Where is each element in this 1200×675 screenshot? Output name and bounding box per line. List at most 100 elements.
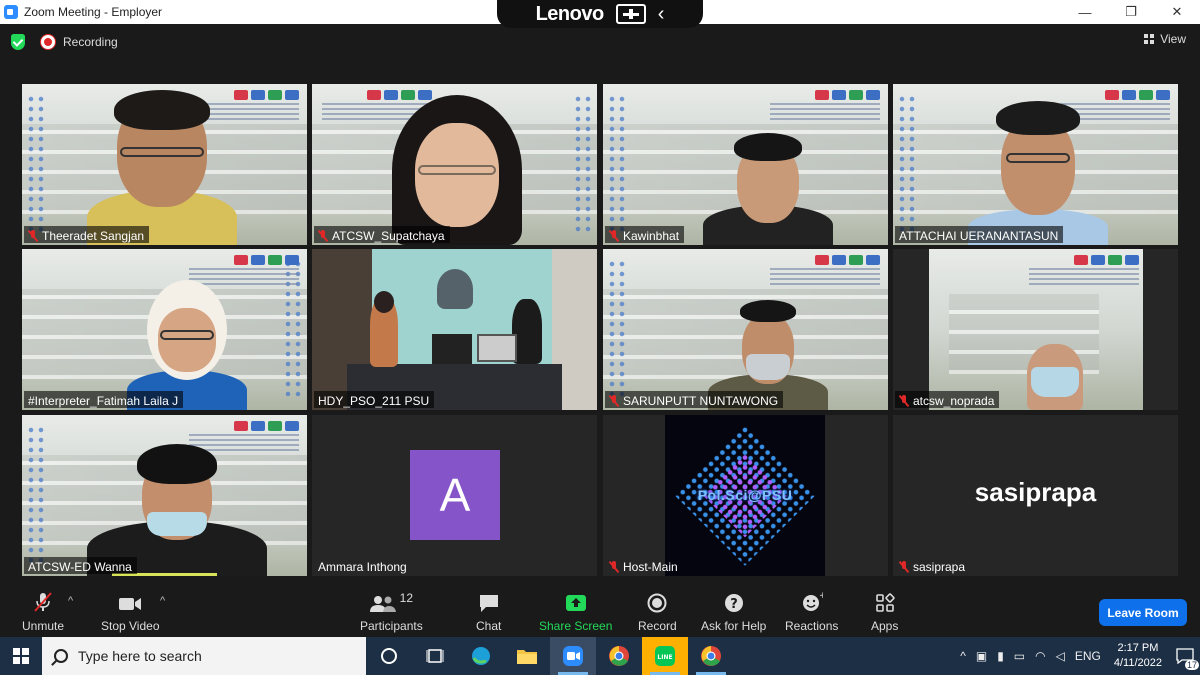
participant-person [127, 249, 247, 410]
task-view-icon [426, 649, 444, 663]
event-banner [1029, 255, 1139, 291]
search-placeholder: Type here to search [78, 648, 202, 664]
participants-count: 12 [399, 591, 414, 605]
meeting-toolbar: Unmute ^ Stop Video ^ 12 Participants Ch… [0, 585, 1200, 637]
participant-name-tag: HDY_PSO_211 PSU [314, 391, 435, 408]
mic-off-icon [32, 591, 54, 613]
system-tray: ^ ▣ ▮ ▭ ◠ ◁ ENG 2:17 PM 4/11/2022 17 [955, 637, 1200, 675]
svg-text:LINE: LINE [657, 654, 672, 661]
video-tile[interactable]: sasiprapa sasiprapa [893, 415, 1178, 576]
cortana-button[interactable] [366, 637, 412, 675]
video-tile[interactable]: atcsw_noprada [893, 249, 1178, 410]
folder-icon [517, 650, 537, 664]
collapse-icon[interactable]: ‹ [658, 3, 665, 26]
participant-name-tag: ATTACHAI UERANANTASUN [895, 226, 1064, 243]
edge-app[interactable] [458, 637, 504, 675]
participant-avatar: A [410, 450, 500, 540]
record-button[interactable]: Record [638, 591, 677, 633]
unmute-button[interactable]: Unmute [22, 591, 64, 633]
chrome-app-2[interactable] [688, 637, 734, 675]
participant-person [703, 84, 833, 245]
zoom-icon [563, 646, 583, 666]
video-tile[interactable]: ATCSW-ED Wanna [22, 415, 307, 576]
participant-person [968, 84, 1108, 245]
share-screen-icon [565, 591, 587, 613]
video-tile[interactable]: ATTACHAI UERANANTASUN [893, 84, 1178, 245]
chat-icon [478, 591, 500, 613]
video-tile[interactable]: A Ammara Inthong [312, 415, 597, 576]
taskbar-clock[interactable]: 2:17 PM 4/11/2022 [1114, 641, 1162, 671]
chat-button[interactable]: Chat [476, 591, 501, 633]
participants-button[interactable]: 12 Participants [360, 591, 423, 633]
participant-name-tag: #Interpreter_Fatimah Laila J [24, 391, 184, 408]
clock-time: 2:17 PM [1117, 642, 1159, 654]
video-tile[interactable]: Kawinbhat [603, 84, 888, 245]
video-options-caret[interactable]: ^ [160, 595, 165, 607]
zoom-app[interactable] [550, 637, 596, 675]
window-controls: — ❐ ✕ [1062, 0, 1200, 24]
window-title: Zoom Meeting - Employer [24, 5, 163, 19]
leave-room-button[interactable]: Leave Room [1099, 599, 1187, 626]
video-tile-active-speaker[interactable]: HDY_PSO_211 PSU [312, 249, 597, 410]
volume-icon[interactable]: ◁ [1056, 649, 1065, 663]
cortana-icon [381, 648, 397, 664]
video-tile[interactable]: SARUNPUTT NUNTAWONG [603, 249, 888, 410]
battery-icon[interactable]: ▭ [1014, 649, 1025, 663]
view-button[interactable]: View [1144, 32, 1186, 46]
chrome-icon [701, 646, 721, 666]
participant-name-tag: sasiprapa [895, 557, 970, 574]
close-button[interactable]: ✕ [1154, 0, 1200, 24]
meet-now-icon[interactable]: ▣ [976, 649, 987, 663]
chrome-app[interactable] [596, 637, 642, 675]
participant-person [708, 249, 828, 410]
windows-taskbar: Type here to search LINE ^ ▣ ▮ ▭ ◠ ◁ ENG… [0, 637, 1200, 675]
video-tile[interactable]: Pol.Sci@PSU Host-Main [603, 415, 888, 576]
participants-icon: 12 [369, 591, 414, 613]
participant-person [87, 415, 267, 576]
participant-name-tag: Host-Main [605, 557, 683, 574]
smiley-icon: + [801, 591, 823, 613]
windows-icon [13, 648, 29, 664]
participant-name-tag: ATCSW_Supatchaya [314, 226, 450, 243]
audio-options-caret[interactable]: ^ [68, 595, 73, 607]
show-hidden-icons-icon[interactable]: ^ [960, 649, 966, 663]
ask-for-help-button[interactable]: ? Ask for Help [701, 591, 766, 633]
microphone-icon[interactable]: ▮ [997, 649, 1004, 663]
svg-text:?: ? [730, 597, 738, 612]
mic-muted-icon [28, 229, 38, 242]
share-screen-button[interactable]: Share Screen [539, 591, 612, 633]
participant-person [87, 84, 237, 245]
apps-button[interactable]: Apps [871, 591, 898, 633]
notifications-button[interactable]: 17 [1170, 637, 1200, 675]
security-shield-icon[interactable] [11, 34, 25, 50]
participant-name-tag: Theeradet Sangjan [24, 226, 150, 243]
language-indicator[interactable]: ENG [1075, 649, 1101, 663]
line-app[interactable]: LINE [642, 637, 688, 675]
taskbar-search-input[interactable]: Type here to search [42, 637, 366, 675]
mic-muted-icon [609, 229, 619, 242]
video-tile[interactable]: ATCSW_Supatchaya [312, 84, 597, 245]
mic-muted-icon [609, 394, 619, 407]
task-view-button[interactable] [412, 637, 458, 675]
pin-icon[interactable] [615, 4, 646, 24]
mic-muted-icon [318, 229, 328, 242]
mic-muted-icon [899, 560, 909, 573]
meeting-header: Recording View [0, 24, 1200, 60]
maximize-button[interactable]: ❐ [1108, 0, 1154, 24]
stop-video-button[interactable]: Stop Video [101, 591, 160, 633]
polsci-psu-logo: Pol.Sci@PSU [665, 415, 825, 576]
minimize-button[interactable]: — [1062, 0, 1108, 24]
clock-date: 4/11/2022 [1113, 657, 1162, 669]
start-button[interactable] [0, 637, 42, 675]
reactions-button[interactable]: + Reactions [785, 591, 838, 633]
svg-text:+: + [819, 591, 823, 601]
video-tile[interactable]: Theeradet Sangjan [22, 84, 307, 245]
chrome-icon [609, 646, 629, 666]
file-explorer-app[interactable] [504, 637, 550, 675]
record-icon [647, 591, 667, 613]
help-icon: ? [724, 591, 744, 613]
lenovo-brand: Lenovo [535, 2, 605, 25]
wifi-icon[interactable]: ◠ [1035, 649, 1045, 663]
video-tile[interactable]: #Interpreter_Fatimah Laila J [22, 249, 307, 410]
zoom-app-icon [4, 5, 18, 19]
